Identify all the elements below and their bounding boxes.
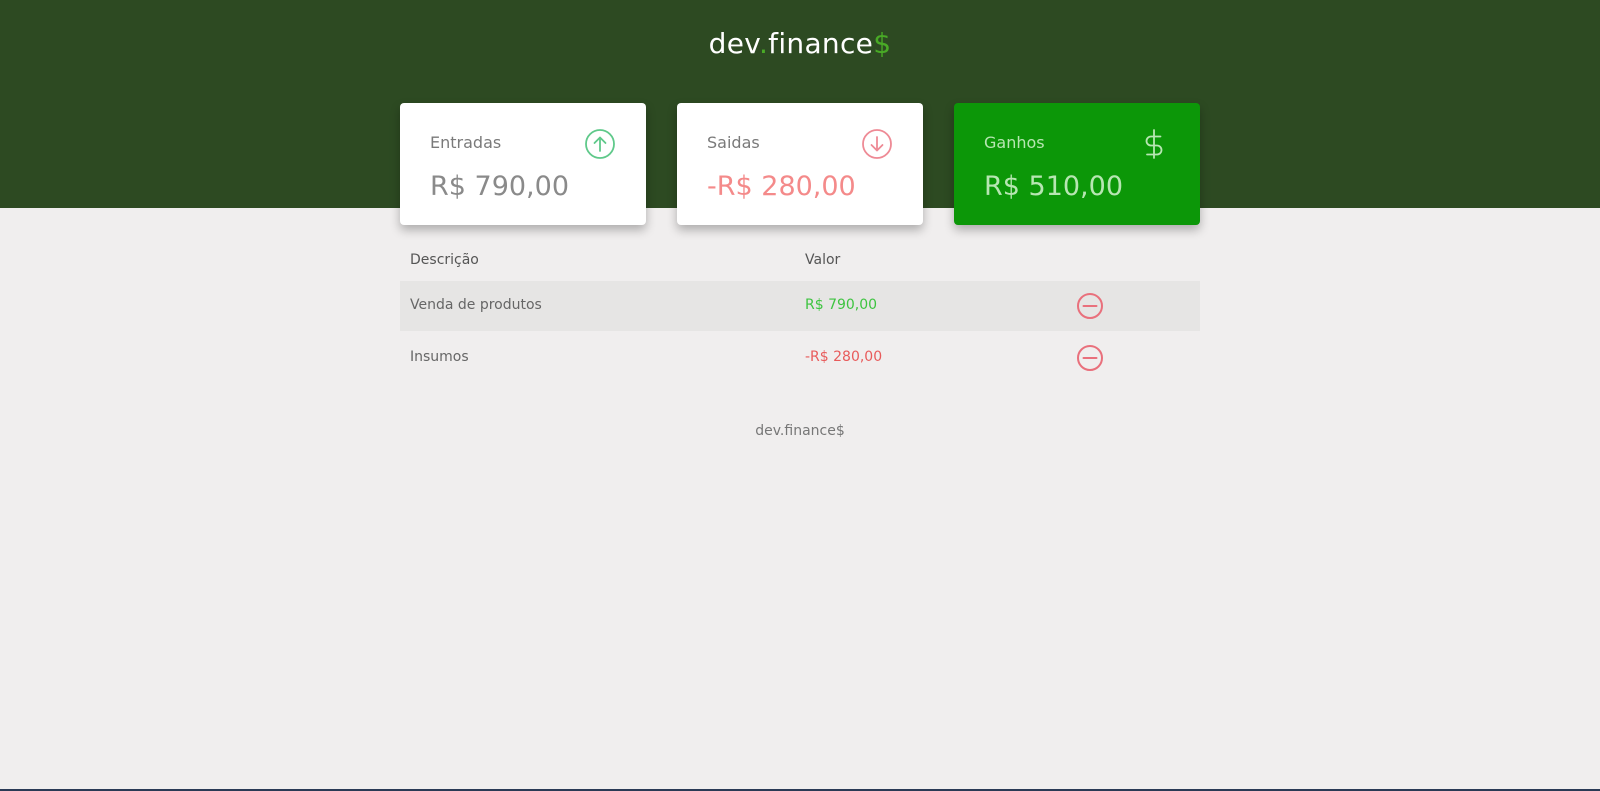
incomes-card-title: Entradas bbox=[430, 133, 502, 152]
arrow-up-circle-icon bbox=[584, 128, 616, 160]
arrow-down-circle-icon bbox=[861, 128, 893, 160]
transaction-description: Insumos bbox=[410, 349, 469, 365]
minus-circle-icon bbox=[1077, 345, 1103, 371]
balance-cards: Entradas R$ 790,00 Saidas -R$ 280,00 Gan… bbox=[400, 103, 1200, 225]
logo-text-dev: dev bbox=[708, 27, 759, 60]
total-card-value: R$ 510,00 bbox=[984, 171, 1123, 202]
incomes-card: Entradas R$ 790,00 bbox=[400, 103, 646, 225]
column-header-description: Descrição bbox=[410, 252, 479, 268]
transaction-description: Venda de produtos bbox=[410, 297, 542, 313]
page: dev.finance$ Entradas R$ 790,00 Saidas -… bbox=[0, 0, 1600, 791]
expenses-card: Saidas -R$ 280,00 bbox=[677, 103, 923, 225]
total-card: Ganhos R$ 510,00 bbox=[954, 103, 1200, 225]
remove-transaction-button[interactable] bbox=[1076, 292, 1104, 320]
column-header-amount: Valor bbox=[805, 252, 841, 268]
footer: dev.finance$ bbox=[0, 423, 1600, 439]
logo-dot: . bbox=[758, 27, 769, 60]
footer-text: dev.finance$ bbox=[755, 423, 845, 439]
incomes-card-value: R$ 790,00 bbox=[430, 171, 569, 202]
transactions-table: Descrição Valor Venda de produtos R$ 790… bbox=[400, 245, 1200, 383]
app-logo: dev.finance$ bbox=[0, 27, 1600, 60]
transaction-amount: R$ 790,00 bbox=[805, 297, 878, 313]
logo-text-finance: finance bbox=[768, 27, 874, 60]
remove-transaction-button[interactable] bbox=[1076, 344, 1104, 372]
transaction-amount: -R$ 280,00 bbox=[805, 349, 883, 365]
minus-circle-icon bbox=[1077, 293, 1103, 319]
expenses-card-value: -R$ 280,00 bbox=[707, 171, 856, 202]
dollar-sign-icon bbox=[1138, 128, 1170, 160]
table-row: Insumos -R$ 280,00 bbox=[400, 333, 1200, 383]
total-card-title: Ganhos bbox=[984, 133, 1045, 152]
logo-dollar: $ bbox=[873, 27, 892, 60]
expenses-card-title: Saidas bbox=[707, 133, 760, 152]
table-row: Venda de produtos R$ 790,00 bbox=[400, 281, 1200, 331]
table-header: Descrição Valor bbox=[400, 245, 1200, 281]
